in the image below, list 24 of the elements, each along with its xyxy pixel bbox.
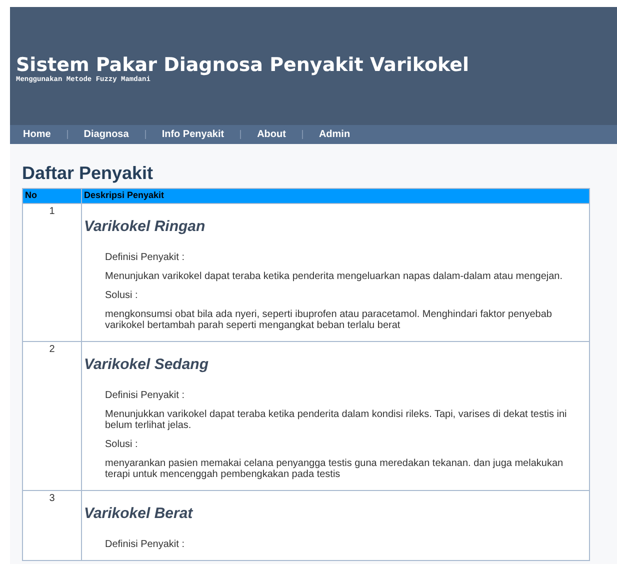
page-title: Daftar Penyakit <box>22 162 154 184</box>
definition-label: Definisi Penyakit : <box>105 390 186 401</box>
column-header: Deskripsi Penyakit <box>81 189 589 203</box>
column-header: No <box>24 189 38 202</box>
nav-link[interactable]: Home <box>23 127 51 142</box>
nav-link[interactable]: Admin <box>318 127 350 142</box>
disease-name: Varikokel Ringan <box>84 218 206 236</box>
row-number: 3 <box>49 493 55 506</box>
solution-label: Solusi : <box>105 439 139 450</box>
nav-link[interactable]: Diagnosa <box>84 127 129 142</box>
row-number: 1 <box>49 206 55 219</box>
solution-text: menyarankan pasien memakai celana penyangga testis guna meredakan tekanan. dan juga melakukan terapi untuk mencenggah pembengkakan pada testis <box>105 458 564 480</box>
nav-link[interactable]: Info Penyakit <box>162 127 224 142</box>
solution-text: mengkonsumsi obat bila ada nyeri, seperti ibuprofen atau paracetamol. Menghindari faktor penyebab varikokel bertambah parah seperti mengangkat beban terlalu berat <box>105 309 553 331</box>
site-title: Sistem Pakar Diagnosa Penyakit Varikokel <box>16 54 470 76</box>
definition-label: Definisi Penyakit : <box>105 252 186 263</box>
disease-name: Varikokel Sedang <box>84 356 210 374</box>
disease-name: Varikokel Berat <box>84 505 194 523</box>
nav-link[interactable]: About <box>257 127 286 142</box>
row-number: 2 <box>49 344 55 357</box>
definition-label: Definisi Penyakit : <box>105 539 186 550</box>
definition-text: Menunjukan varikokel dapat teraba ketika penderita mengeluarkan napas dalam-dalam atau mengejan. <box>105 271 564 282</box>
solution-label: Solusi : <box>105 290 139 301</box>
definition-text: Menunjukkan varikokel dapat teraba ketika penderita dalam kondisi rileks. Tapi, varises di dekat testis ini belum terlihat jelas. <box>105 409 568 431</box>
